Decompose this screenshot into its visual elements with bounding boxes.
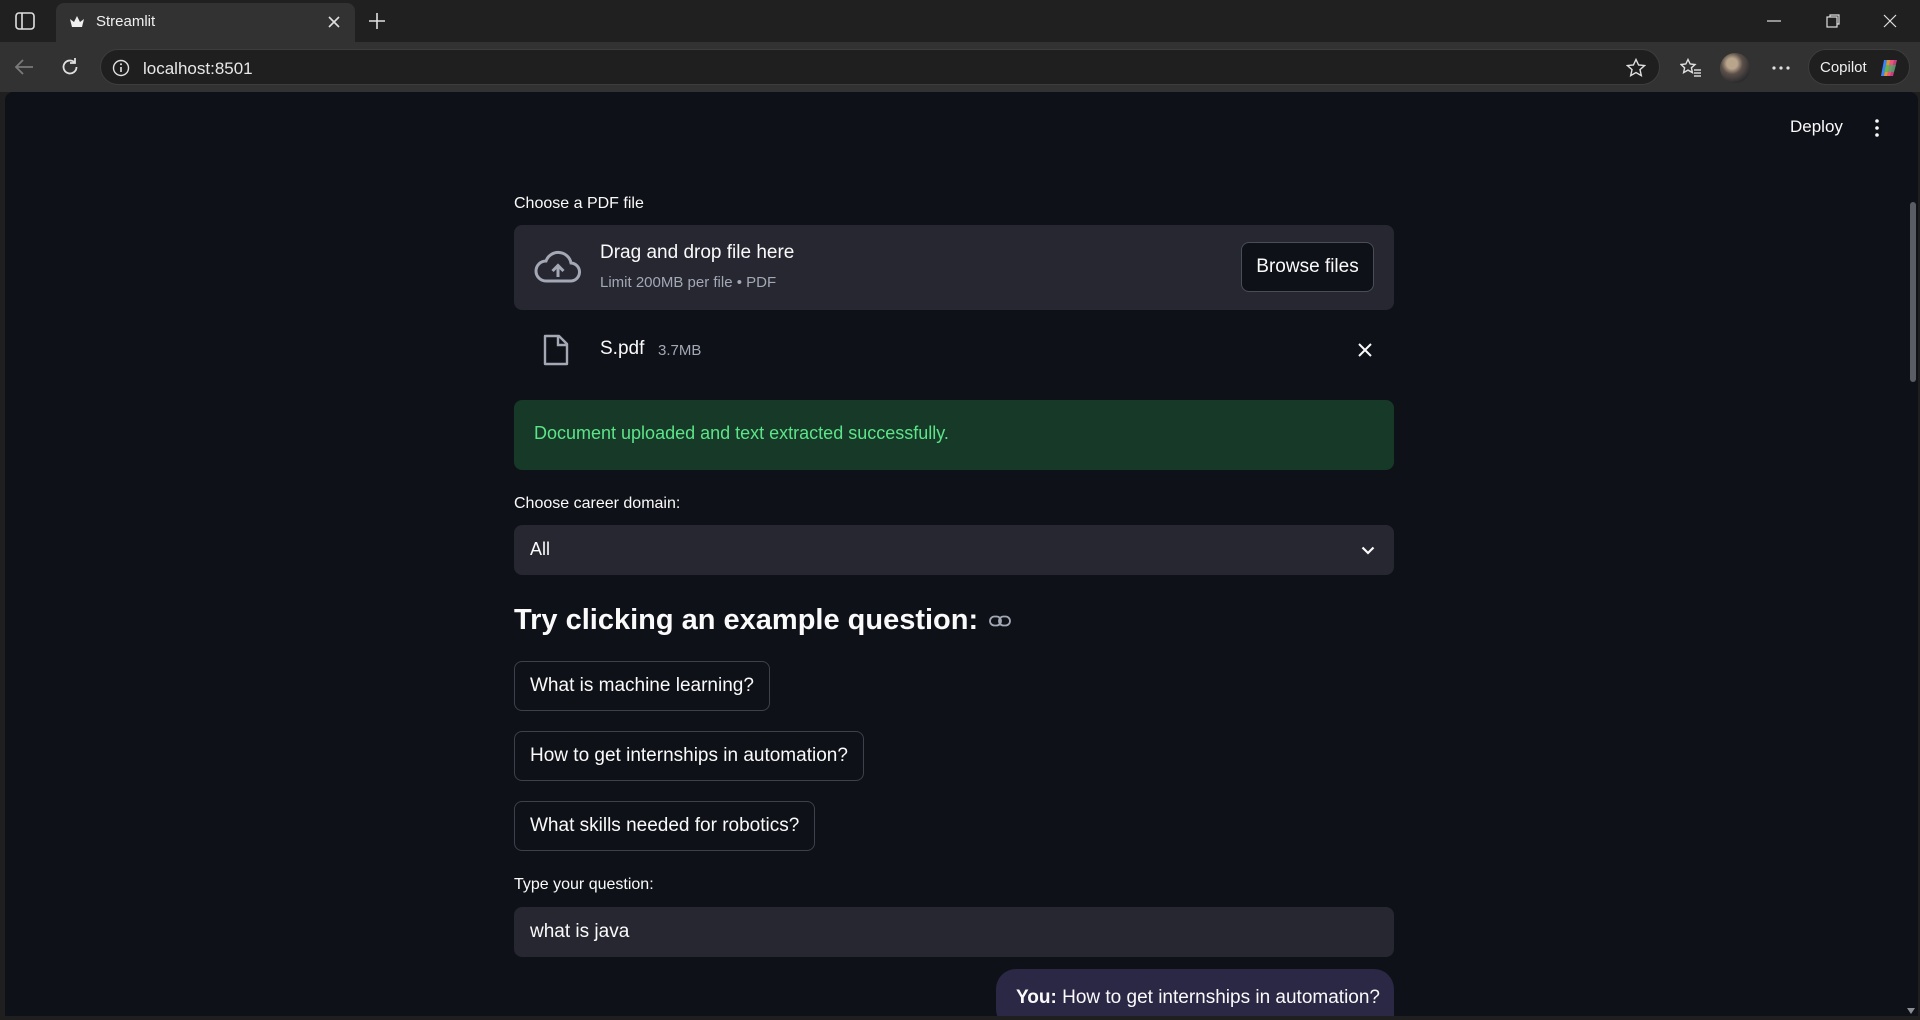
close-window-icon[interactable] <box>1868 6 1912 36</box>
copilot-label: Copilot <box>1820 59 1867 76</box>
chat-message-body: How to get internships in automation? <box>1062 987 1381 1008</box>
examples-heading-text: Try clicking an example question: <box>514 604 979 636</box>
copilot-button[interactable]: Copilot <box>1808 49 1910 85</box>
file-icon <box>543 334 569 366</box>
question-input-label: Type your question: <box>514 876 654 893</box>
success-message: Document uploaded and text extracted suc… <box>534 423 949 443</box>
career-domain-select[interactable]: All <box>514 525 1394 575</box>
sidebar-toggle-icon[interactable] <box>12 9 38 33</box>
browser-tab[interactable]: Streamlit <box>56 3 355 42</box>
profile-avatar[interactable] <box>1720 53 1750 83</box>
scrollbar-thumb[interactable] <box>1910 202 1916 382</box>
question-input[interactable]: what is java <box>514 907 1394 957</box>
cloud-upload-icon <box>534 250 581 283</box>
file-name: S.pdf <box>600 338 645 359</box>
more-options-icon[interactable] <box>1766 53 1796 83</box>
example-question-button[interactable]: What skills needed for robotics? <box>514 801 816 851</box>
favorites-icon[interactable] <box>1676 53 1706 83</box>
file-dropzone[interactable]: Drag and drop file here Limit 200MB per … <box>514 225 1394 310</box>
new-tab-icon[interactable] <box>364 8 390 34</box>
browse-files-button[interactable]: Browse files <box>1241 242 1374 292</box>
example-question-button[interactable]: What is machine learning? <box>514 661 770 711</box>
uploaded-file: S.pdf 3.7MB <box>514 328 1394 372</box>
minimize-icon[interactable] <box>1752 6 1796 36</box>
chat-message-text: You: How to get internships in automatio… <box>1016 987 1380 1009</box>
remove-file-icon[interactable] <box>1353 338 1377 362</box>
copilot-logo-icon <box>1881 60 1897 76</box>
site-info-icon[interactable] <box>111 58 131 78</box>
domain-select-label: Choose career domain: <box>514 495 681 512</box>
browser-toolbar: localhost:8501 Copilot <box>0 42 1920 92</box>
select-value: All <box>530 539 551 559</box>
scroll-down-icon[interactable] <box>1907 1008 1915 1014</box>
main-menu-icon[interactable] <box>1865 116 1889 140</box>
back-icon[interactable] <box>10 53 38 81</box>
streamlit-logo-icon <box>68 13 86 31</box>
example-question-button[interactable]: How to get internships in automation? <box>514 731 864 781</box>
user-chat-message: You: How to get internships in automatio… <box>996 969 1394 1016</box>
chevron-down-icon <box>1358 540 1378 560</box>
success-alert: Document uploaded and text extracted suc… <box>514 400 1394 470</box>
tab-title: Streamlit <box>96 13 156 30</box>
file-size: 3.7MB <box>658 342 702 359</box>
browser-tab-bar: Streamlit <box>0 0 1920 42</box>
question-input-value: what is java <box>530 921 630 942</box>
dropzone-title: Drag and drop file here <box>600 242 795 263</box>
dropzone-limit: Limit 200MB per file • PDF <box>600 274 777 291</box>
examples-heading: Try clicking an example question: <box>514 604 1012 637</box>
app-viewport: Deploy Choose a PDF file Drag and drop f… <box>5 92 1918 1016</box>
anchor-link-icon[interactable] <box>988 609 1012 633</box>
restore-icon[interactable] <box>1811 6 1855 36</box>
close-tab-icon[interactable] <box>323 11 345 33</box>
refresh-icon[interactable] <box>56 53 84 81</box>
address-bar[interactable]: localhost:8501 <box>100 49 1660 85</box>
uploader-label: Choose a PDF file <box>514 195 644 212</box>
deploy-button[interactable]: Deploy <box>1790 117 1843 137</box>
url-text: localhost:8501 <box>143 59 253 78</box>
chat-speaker: You: <box>1016 987 1057 1008</box>
favorite-star-icon[interactable] <box>1625 57 1647 79</box>
